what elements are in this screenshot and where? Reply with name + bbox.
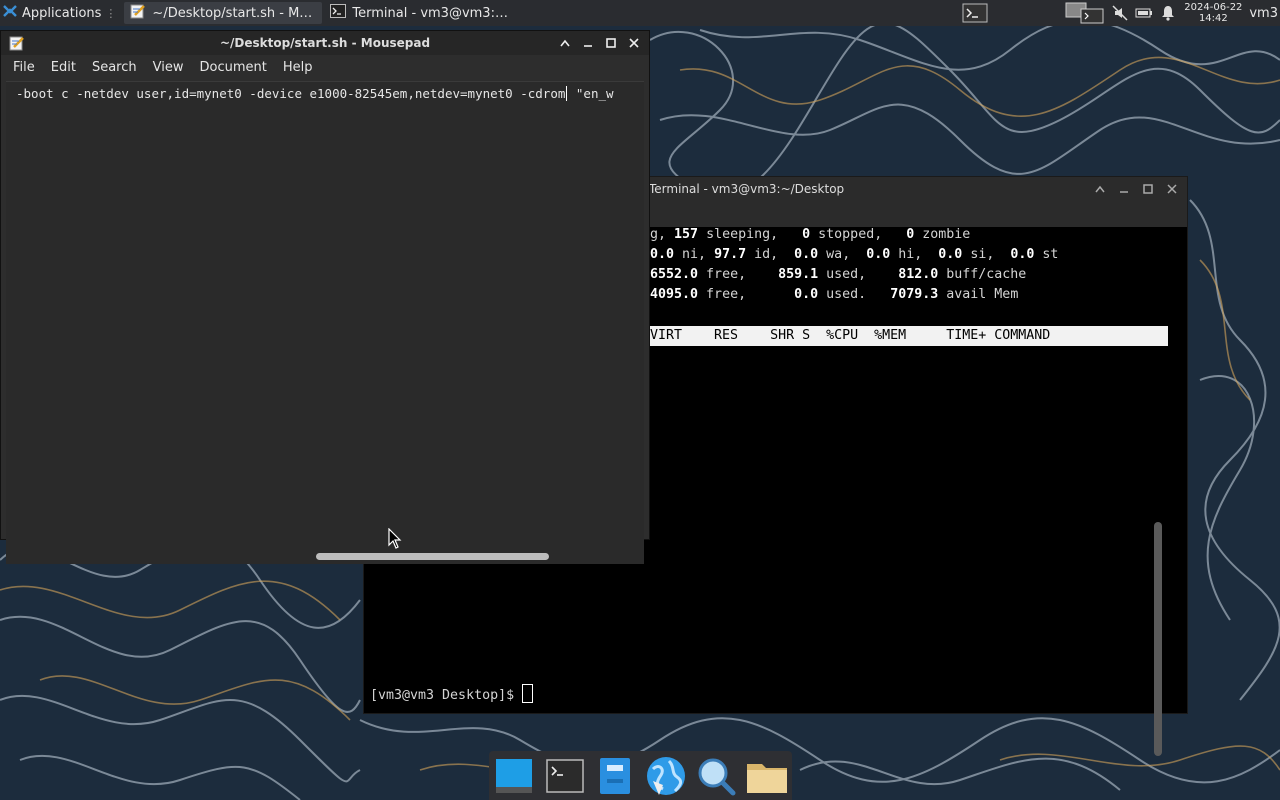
- stat-label: wa,: [818, 247, 867, 262]
- maximize-icon[interactable]: [602, 34, 620, 52]
- mousepad-menubar: File Edit Search View Document Help: [1, 55, 649, 79]
- stat-label: stopped,: [810, 227, 907, 242]
- mouse-pointer-icon: [388, 527, 402, 554]
- desktop-icon[interactable]: [493, 755, 535, 797]
- stat-value: 97.7: [714, 247, 747, 262]
- menu-search[interactable]: Search: [84, 58, 145, 77]
- stat-label: si,: [962, 247, 1011, 262]
- folder-icon[interactable]: [746, 755, 788, 797]
- taskbar-item-label: ~/Desktop/start.sh - Mous…: [152, 5, 316, 21]
- workspace-switcher-icon[interactable]: [1065, 2, 1105, 24]
- stat-label: st: [1034, 247, 1059, 262]
- top-line-tasks: g, 157 sleeping, 0 stopped, 0 zombie: [650, 227, 970, 242]
- taskbar-item-label: Terminal - vm3@vm3:~/D…: [352, 5, 514, 21]
- stat-value: 0.0: [938, 247, 963, 262]
- battery-icon[interactable]: [1135, 4, 1153, 22]
- text-after-caret: "en_w: [568, 86, 614, 101]
- stat-value: 859.1: [778, 267, 819, 282]
- stat-label: hi,: [890, 247, 939, 262]
- menu-separator-icon: ⋮: [105, 6, 117, 20]
- maximize-icon[interactable]: [1139, 180, 1157, 198]
- stat-value: 0.0: [794, 247, 819, 262]
- top-line-swap: 4095.0 free, 0.0 used. 7079.3 avail Mem: [650, 287, 1018, 302]
- minimize-icon[interactable]: [579, 34, 597, 52]
- top-line-cpu: 0.0 ni, 97.7 id, 0.0 wa, 0.0 hi, 0.0 si,…: [650, 247, 1058, 262]
- mousepad-icon: [130, 3, 146, 23]
- dock: [489, 751, 792, 800]
- stat-value: 6552.0: [650, 267, 699, 282]
- mute-icon[interactable]: [1111, 4, 1129, 22]
- horizontal-scrollbar[interactable]: [6, 550, 644, 564]
- stat-label: buff/cache: [938, 267, 1027, 282]
- close-icon[interactable]: [625, 34, 643, 52]
- notifications-bell-icon[interactable]: [1159, 4, 1177, 22]
- stat-value: 0: [802, 227, 811, 242]
- close-icon[interactable]: [1163, 180, 1181, 198]
- user-menu[interactable]: vm3: [1249, 6, 1280, 21]
- app-finder-icon[interactable]: [695, 755, 737, 797]
- menu-help[interactable]: Help: [275, 58, 321, 77]
- shell-prompt[interactable]: [vm3@vm3 Desktop]$: [370, 684, 534, 703]
- stat-label: sleeping,: [698, 227, 803, 242]
- terminal-icon: [330, 3, 347, 23]
- clock-date: 2024-06-22: [1184, 2, 1243, 13]
- taskbar-item-mousepad[interactable]: ~/Desktop/start.sh - Mous…: [124, 2, 323, 24]
- stat-label: free,: [698, 267, 779, 282]
- file-manager-icon[interactable]: [594, 755, 636, 797]
- stat-label: id,: [746, 247, 795, 262]
- stat-value: 812.0: [898, 267, 939, 282]
- process-table-header: VIRT RES SHR S %CPU %MEM TIME+ COMMAND: [650, 326, 1168, 346]
- stat-value: 157: [674, 227, 699, 242]
- mousepad-window: ~/Desktop/start.sh - Mousepad File Edit …: [0, 30, 650, 564]
- stat-value: 4095.0: [650, 287, 699, 302]
- stat-label: avail Mem: [938, 287, 1019, 302]
- terminal-cursor: [522, 684, 534, 703]
- taskbar-item-terminal[interactable]: Terminal - vm3@vm3:~/D…: [324, 2, 520, 24]
- applications-label: Applications: [22, 5, 102, 21]
- workspace-terminal-icon[interactable]: [961, 3, 989, 23]
- applications-icon: [2, 3, 18, 23]
- applications-menu[interactable]: Applications ⋮: [0, 0, 122, 26]
- text-before-caret: -boot c -netdev user,id=mynet0 -device e…: [16, 86, 566, 101]
- text-editor-area[interactable]: -boot c -netdev user,id=mynet0 -device e…: [6, 81, 644, 551]
- stat-value: 0.0: [1010, 247, 1035, 262]
- window-shade-icon[interactable]: [1091, 180, 1109, 198]
- web-browser-icon[interactable]: [645, 755, 687, 797]
- minimize-icon[interactable]: [1115, 180, 1133, 198]
- stat-value: 0.0: [794, 287, 819, 302]
- menu-document[interactable]: Document: [191, 58, 274, 77]
- horizontal-scrollbar-thumb[interactable]: [316, 553, 549, 560]
- menu-view[interactable]: View: [145, 58, 192, 77]
- stat-value: 0.0: [650, 247, 675, 262]
- menu-file[interactable]: File: [5, 58, 43, 77]
- stat-label: g,: [650, 227, 675, 242]
- prompt-text: [vm3@vm3 Desktop]$: [370, 688, 523, 703]
- editor-line: -boot c -netdev user,id=mynet0 -device e…: [16, 86, 614, 101]
- mousepad-titlebar[interactable]: ~/Desktop/start.sh - Mousepad: [1, 31, 649, 55]
- top-panel: Applications ⋮ ~/Desktop/start.sh - Mous…: [0, 0, 1280, 26]
- stat-value: 0.0: [866, 247, 891, 262]
- terminal-icon[interactable]: [544, 755, 586, 797]
- stat-label: used,: [818, 267, 899, 282]
- top-line-mem: 6552.0 free, 859.1 used, 812.0 buff/cach…: [650, 267, 1026, 282]
- menu-edit[interactable]: Edit: [43, 58, 84, 77]
- stat-label: used.: [818, 287, 891, 302]
- terminal-scrollbar[interactable]: [1154, 522, 1162, 756]
- clock-time: 14:42: [1198, 13, 1228, 24]
- stat-value: 7079.3: [890, 287, 939, 302]
- window-shade-icon[interactable]: [556, 34, 574, 52]
- stat-label: ni,: [674, 247, 715, 262]
- clock[interactable]: 2024-06-22 14:42: [1183, 2, 1243, 24]
- window-title: ~/Desktop/start.sh - Mousepad: [219, 36, 431, 50]
- stat-label: zombie: [914, 227, 971, 242]
- stat-label: free,: [698, 287, 795, 302]
- mousepad-app-icon: [9, 35, 25, 54]
